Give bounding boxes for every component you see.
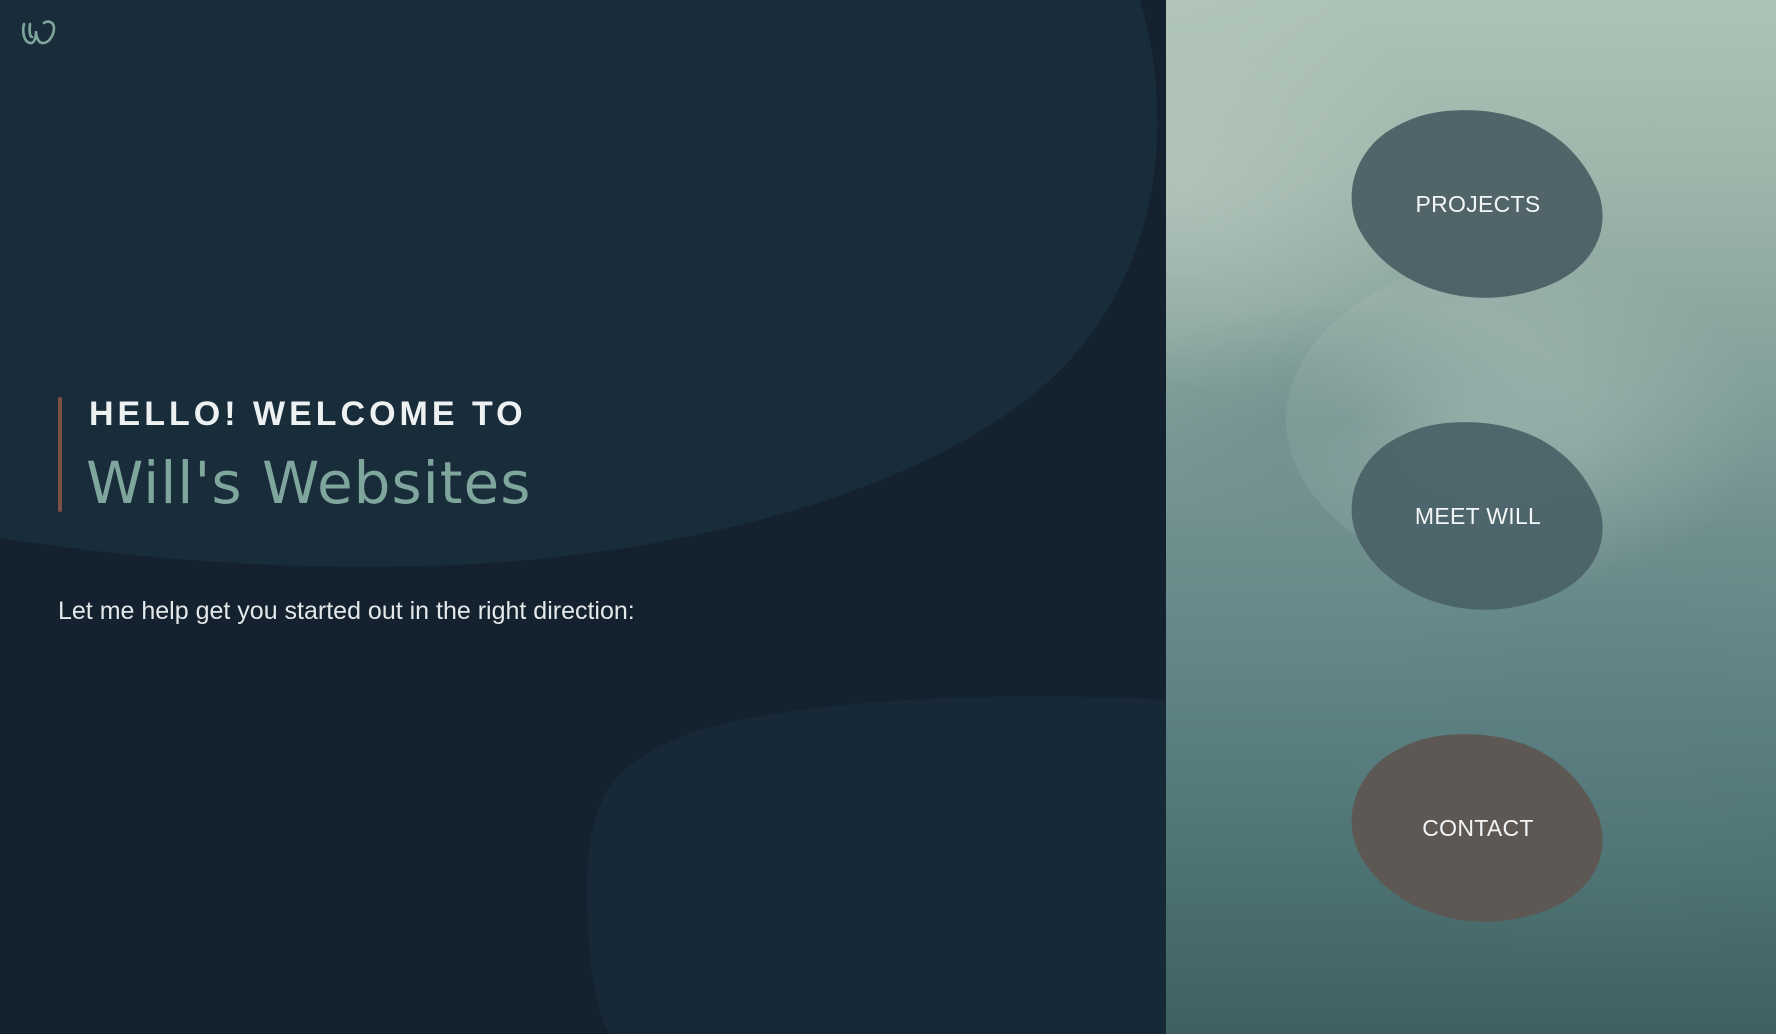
navigation-panel: PROJECTS MEET WILL CONTACT bbox=[1166, 0, 1776, 1034]
accent-bar bbox=[58, 397, 62, 512]
meet-will-button-label: MEET WILL bbox=[1414, 502, 1542, 529]
projects-button-label: PROJECTS bbox=[1415, 190, 1541, 217]
hero-panel: HELLO! WELCOME TO Will's Websites Let me… bbox=[0, 0, 1166, 1034]
w-logo-icon[interactable] bbox=[20, 18, 60, 48]
greeting-heading: HELLO! WELCOME TO bbox=[89, 395, 527, 433]
brand-title: Will's Websites bbox=[86, 449, 532, 517]
contact-button[interactable]: CONTACT bbox=[1351, 733, 1605, 923]
contact-button-label: CONTACT bbox=[1422, 814, 1534, 841]
projects-button[interactable]: PROJECTS bbox=[1351, 109, 1605, 299]
meet-will-button[interactable]: MEET WILL bbox=[1351, 421, 1605, 611]
landing-page: HELLO! WELCOME TO Will's Websites Let me… bbox=[0, 0, 1776, 1034]
tagline: Let me help get you started out in the r… bbox=[58, 597, 635, 625]
